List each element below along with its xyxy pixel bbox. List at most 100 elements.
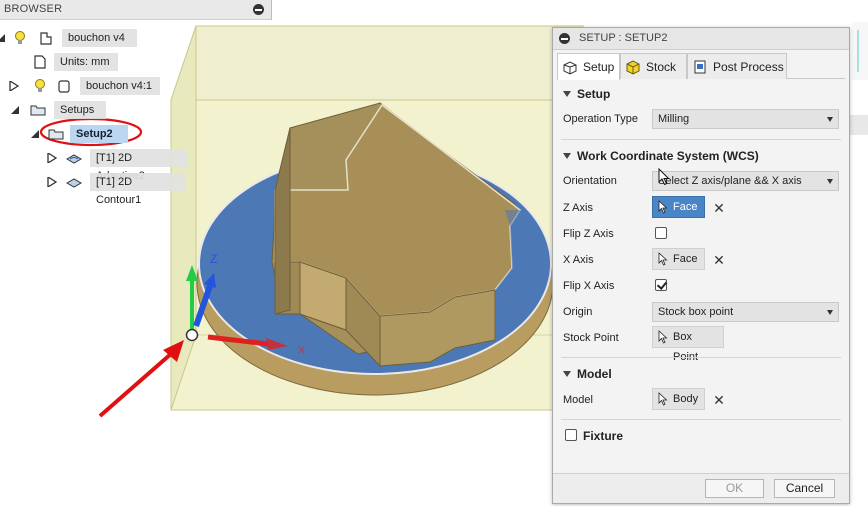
browser-edge (271, 0, 275, 20)
origin-label: Origin (563, 306, 593, 318)
orientation-dropdown[interactable]: Select Z axis/plane && X axis (652, 171, 839, 191)
adaptive-operation-icon (66, 154, 82, 164)
tree-expand-right-icon[interactable] (9, 81, 19, 91)
tree-item-setup2[interactable]: Setup2 (70, 125, 128, 143)
document-icon (34, 55, 46, 69)
tree-item-bouchon-v4-1[interactable]: bouchon v4:1 (80, 77, 160, 95)
annotation-arrow-line (98, 351, 174, 418)
flip-x-checkbox[interactable] (655, 279, 667, 291)
section-divider (561, 419, 841, 420)
tree-expand-down-icon[interactable] (10, 105, 20, 115)
wcs-origin-point[interactable] (185, 328, 199, 342)
contour-operation-icon (66, 178, 82, 188)
lightbulb-icon[interactable] (12, 30, 28, 46)
tab-post-process-label: Post Process (713, 59, 784, 74)
cursor-select-icon (658, 252, 668, 266)
tree-item-units[interactable]: Units: mm (54, 53, 118, 71)
setup-dialog: SETUP : SETUP2 Setup Stock Post Process … (552, 27, 850, 504)
model-clear-icon[interactable]: ✕ (713, 393, 725, 407)
section-model[interactable]: Model (563, 367, 612, 381)
tree-expand-down-icon[interactable] (30, 129, 40, 139)
z-axis-selector[interactable]: Face (652, 196, 705, 218)
tree-expand-down-icon[interactable] (0, 33, 6, 43)
axis-z-label: Z (210, 252, 217, 266)
tree-item-2d-adaptive2[interactable]: [T1] 2D Adaptive2 (90, 149, 188, 182)
dialog-collapse-icon[interactable] (559, 33, 570, 44)
x-axis-value: Face (673, 253, 698, 265)
z-axis-clear-icon[interactable]: ✕ (713, 201, 725, 215)
cursor-select-icon (658, 330, 668, 344)
x-axis-clear-icon[interactable]: ✕ (713, 253, 725, 267)
body-icon (58, 80, 70, 93)
caret-down-icon (563, 371, 571, 377)
browser-header: BROWSER (0, 0, 272, 20)
section-setup[interactable]: Setup (563, 87, 610, 101)
tab-stock[interactable]: Stock (620, 53, 687, 79)
dialog-header: SETUP : SETUP2 (553, 28, 849, 50)
x-axis-selector[interactable]: Face (652, 248, 705, 270)
stock-point-value: Box Point (673, 331, 699, 363)
section-divider (561, 357, 841, 358)
tree-expand-right-icon[interactable] (47, 177, 57, 187)
stock-point-selector[interactable]: Box Point (652, 326, 724, 363)
right-edge-bar (850, 115, 868, 135)
tree-item-bouchon-v4[interactable]: bouchon v4 (62, 29, 137, 47)
stock-point-label: Stock Point (563, 332, 619, 344)
tab-setup[interactable]: Setup (557, 53, 620, 80)
operation-type-dropdown[interactable]: Milling (652, 109, 839, 129)
browser-collapse-icon[interactable] (253, 4, 264, 15)
caret-down-icon (563, 91, 571, 97)
orientation-label: Orientation (563, 175, 617, 187)
cursor-select-icon (658, 392, 668, 406)
tab-setup-label: Setup (583, 60, 615, 74)
stock-box-top (170, 25, 584, 101)
z-axis-value: Face (673, 201, 698, 213)
tree-item-setups[interactable]: Setups (54, 101, 106, 119)
operation-type-value: Milling (658, 113, 690, 125)
model-body-selector[interactable]: Body (652, 388, 705, 410)
model-value: Body (673, 393, 699, 405)
x-axis-label: X Axis (563, 254, 594, 266)
tab-stock-label: Stock (646, 59, 677, 74)
chevron-down-icon (827, 310, 833, 315)
flip-z-checkbox[interactable] (655, 227, 667, 239)
model-label: Model (563, 394, 593, 406)
chevron-down-icon (827, 179, 833, 184)
tab-post-process[interactable]: Post Process (687, 53, 787, 79)
right-edge-thumbnail (852, 22, 868, 80)
mouse-cursor-icon (658, 168, 670, 186)
z-axis-label: Z Axis (563, 202, 593, 214)
dialog-title: SETUP : SETUP2 (579, 32, 668, 44)
orientation-value: Select Z axis/plane && X axis (658, 175, 802, 187)
lightbulb-icon[interactable] (32, 78, 48, 94)
origin-value: Stock box point (658, 306, 734, 318)
flip-z-label: Flip Z Axis (563, 228, 614, 240)
cancel-button[interactable]: Cancel (774, 479, 835, 498)
section-model-title: Model (577, 367, 612, 381)
caret-down-icon (563, 153, 571, 159)
component-icon (40, 32, 52, 45)
origin-dropdown[interactable]: Stock box point (652, 302, 839, 322)
section-setup-title: Setup (577, 87, 611, 101)
flip-x-label: Flip X Axis (563, 280, 615, 292)
cursor-select-icon (658, 200, 668, 214)
section-divider (561, 139, 841, 140)
section-wcs-title: Work Coordinate System (WCS) (577, 149, 759, 163)
section-wcs[interactable]: Work Coordinate System (WCS) (563, 149, 759, 163)
setup-folder-icon (48, 129, 64, 140)
fixture-checkbox[interactable] (565, 429, 577, 441)
dialog-footer: OK Cancel (553, 473, 849, 503)
axis-x-label: X (298, 345, 306, 357)
browser-title: BROWSER (4, 3, 63, 15)
tree-item-2d-contour1[interactable]: [T1] 2D Contour1 (90, 173, 186, 206)
chevron-down-icon (827, 117, 833, 122)
folder-icon (30, 105, 46, 116)
section-fixture-title: Fixture (583, 429, 624, 443)
operation-type-label: Operation Type (563, 113, 639, 125)
post-process-icon (694, 60, 706, 73)
setup-tab-icon (563, 61, 577, 75)
stock-box-icon (626, 59, 640, 75)
tree-expand-right-icon[interactable] (47, 153, 57, 163)
ok-button[interactable]: OK (705, 479, 764, 498)
dialog-tabs: Setup Stock Post Process (557, 53, 845, 80)
